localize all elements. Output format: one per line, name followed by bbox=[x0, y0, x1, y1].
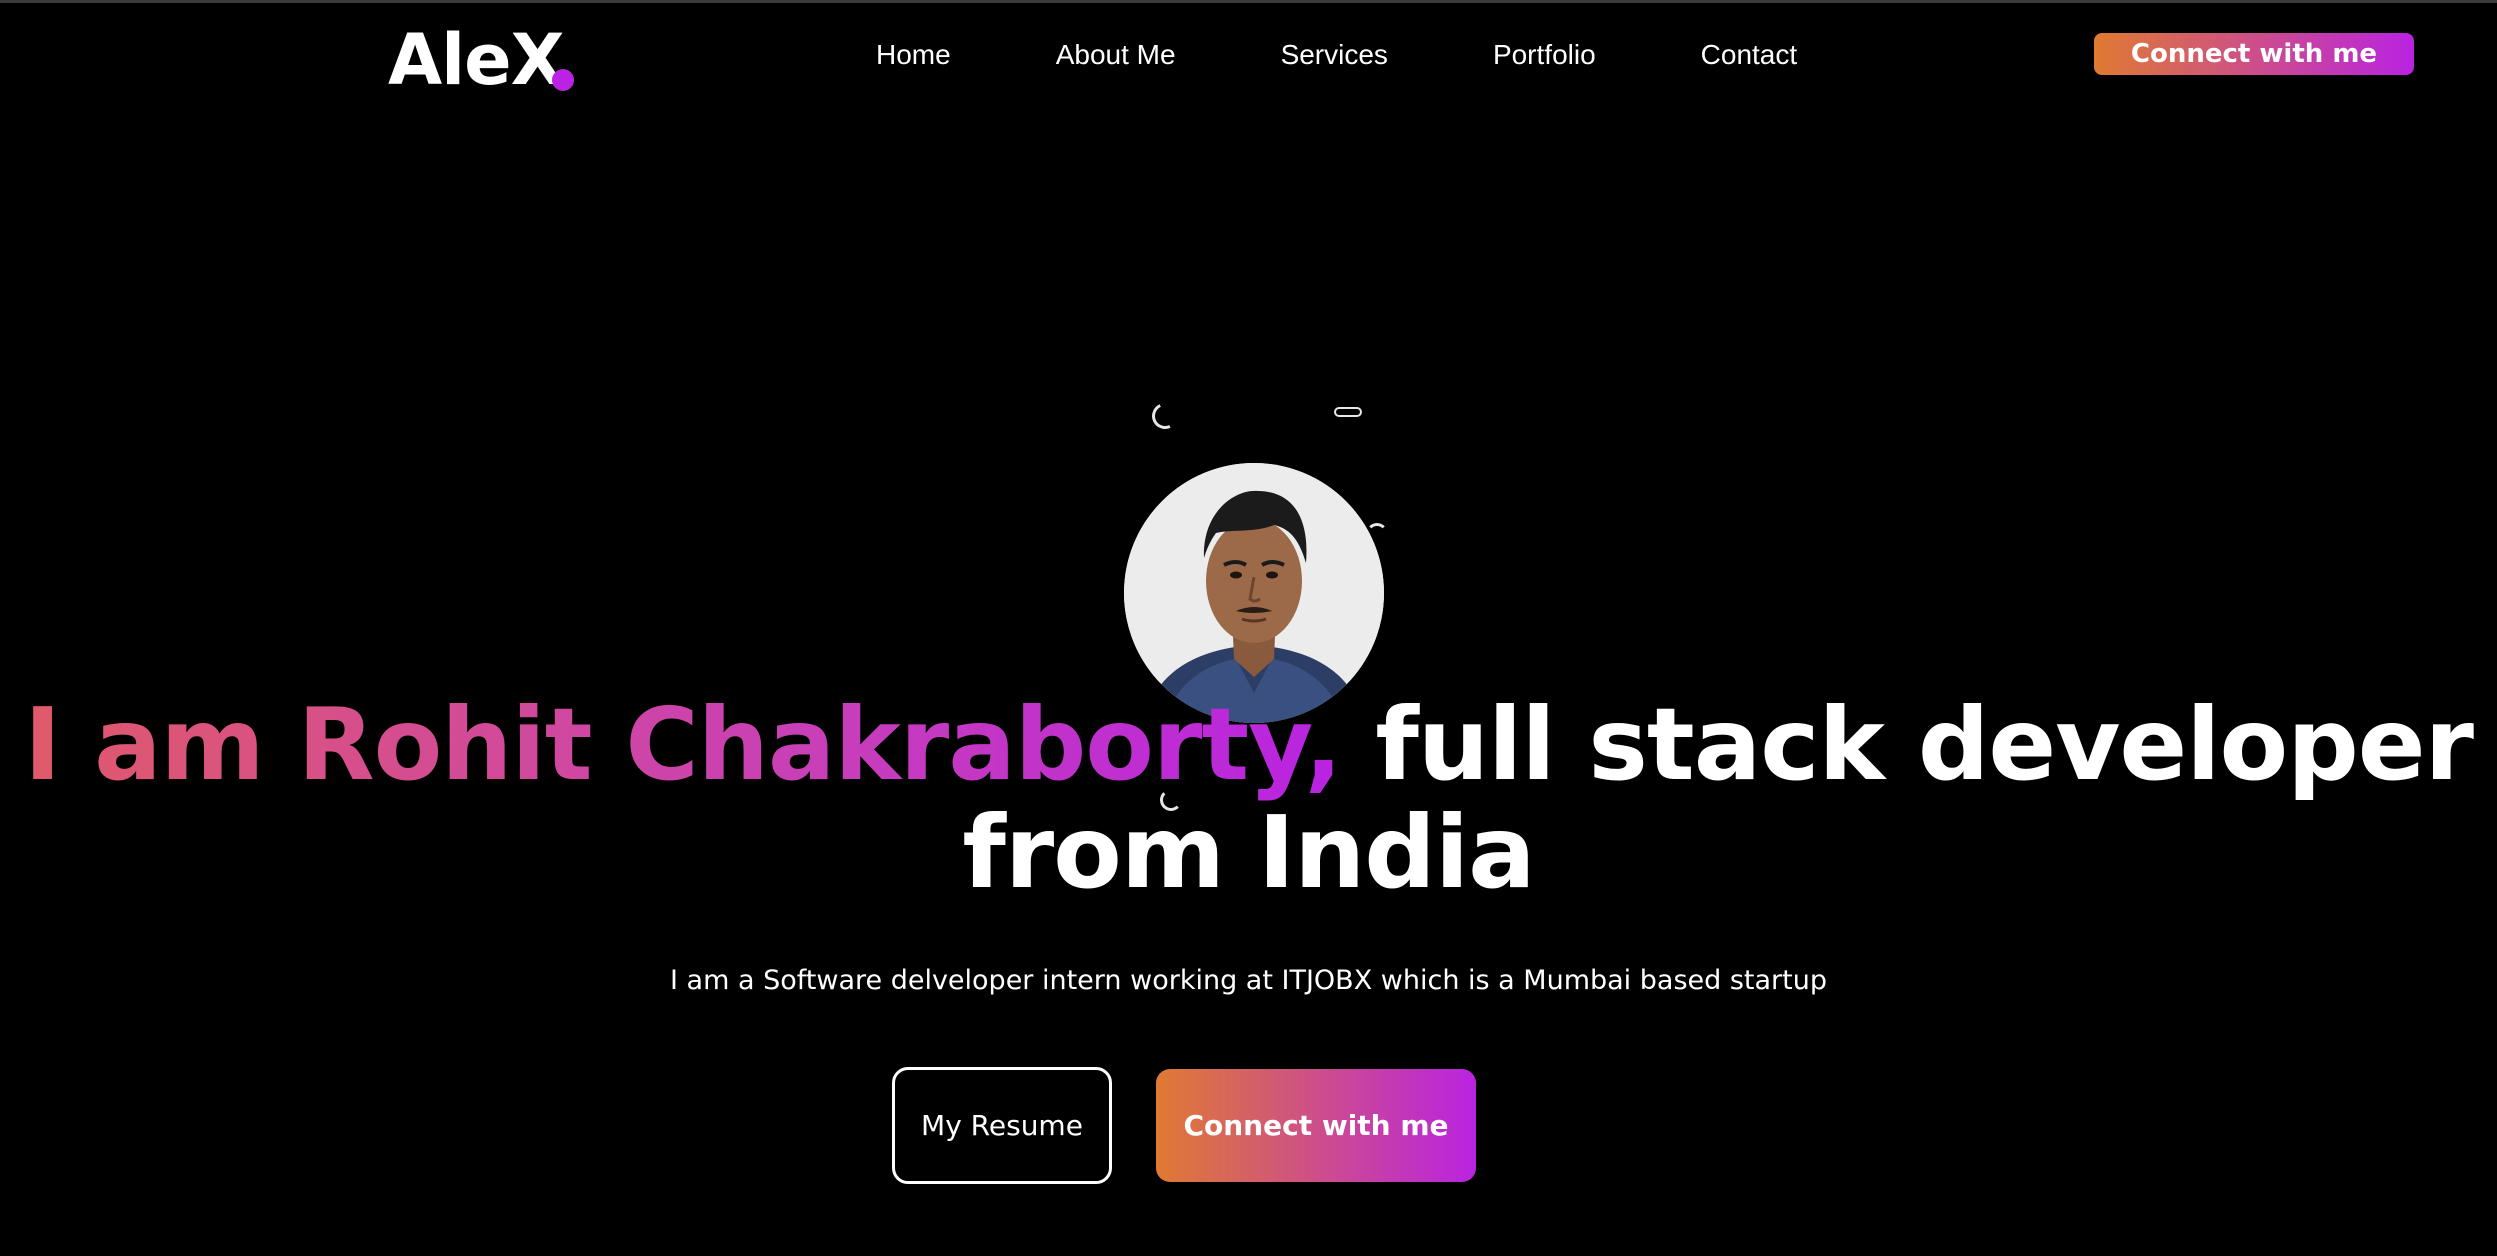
hero-subtitle: I am a Software delveloper intern workin… bbox=[669, 965, 1827, 996]
logo[interactable]: AleX bbox=[388, 15, 574, 95]
orbit-crescent-icon bbox=[1148, 399, 1182, 433]
logo-dot bbox=[551, 69, 574, 91]
nav-portfolio[interactable]: Portfolio bbox=[1493, 39, 1596, 71]
nav-services[interactable]: Services bbox=[1281, 39, 1388, 71]
logo-text: AleX bbox=[388, 19, 565, 101]
nav-contact[interactable]: Contact bbox=[1701, 39, 1798, 71]
hero-headline-accent: I am Rohit Chakraborty, bbox=[24, 686, 1342, 803]
profile-avatar bbox=[1124, 463, 1384, 723]
page: AleX Home About Me Services Portfolio Co… bbox=[0, 0, 2497, 1256]
hero-headline: I am Rohit Chakraborty, full stack devel… bbox=[20, 691, 2477, 907]
connect-button-header[interactable]: Connect with me bbox=[2094, 33, 2414, 75]
orbit-pill-icon bbox=[1334, 407, 1362, 417]
nav-about-me[interactable]: About Me bbox=[1056, 39, 1176, 71]
nav-home[interactable]: Home bbox=[876, 39, 951, 71]
orbit-crescent-small-icon bbox=[1160, 789, 1182, 811]
main-nav: Home About Me Services Portfolio Contact bbox=[876, 37, 1797, 73]
connect-button-hero[interactable]: Connect with me bbox=[1156, 1069, 1476, 1182]
my-resume-button[interactable]: My Resume bbox=[892, 1067, 1112, 1184]
profile-photo-icon bbox=[1124, 463, 1384, 723]
